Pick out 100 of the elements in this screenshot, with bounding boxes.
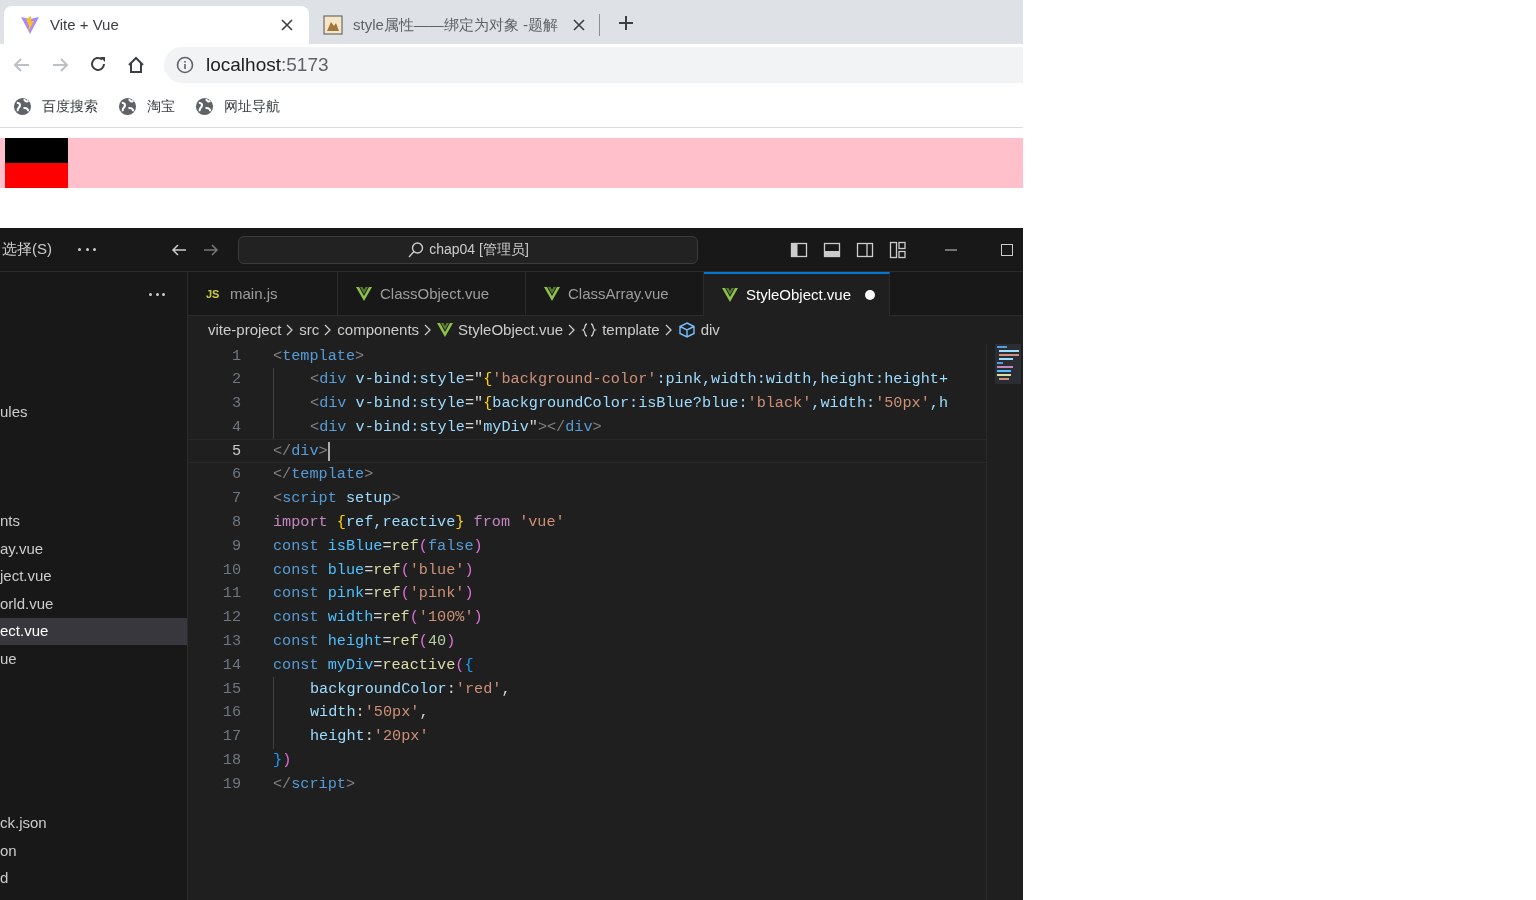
line-number: 3 [230, 393, 241, 415]
vue-file-icon [544, 287, 560, 301]
home-icon[interactable] [126, 55, 146, 75]
globe-icon [118, 97, 137, 116]
code-line: import {ref,reactive} from 'vue' [273, 512, 565, 534]
vue-file-icon [356, 287, 372, 301]
file-tree-item[interactable]: on [0, 837, 187, 865]
file-tree-item[interactable]: d [0, 864, 187, 892]
file-tree-item[interactable]: ect.vue [0, 617, 187, 645]
bolt-logo-icon [20, 15, 40, 35]
breadcrumb-item[interactable]: div [700, 318, 720, 342]
line-number: 4 [230, 416, 241, 438]
line-number: 6 [230, 464, 241, 486]
browser-tab[interactable]: Vite + Vue [4, 6, 309, 44]
code-line: width:'50px', [310, 702, 429, 724]
breadcrumb-item[interactable]: vite-project [208, 318, 282, 342]
styled-div-block [5, 163, 68, 188]
globe-icon [13, 97, 32, 116]
maximize-icon[interactable] [1000, 242, 1014, 257]
file-tree-item[interactable]: ject.vue [0, 562, 187, 590]
bookmark-link[interactable]: 淘宝 [147, 96, 175, 117]
line-number: 9 [230, 535, 241, 557]
file-tree-item[interactable]: ck.json [0, 809, 187, 837]
file-tree-item[interactable]: orld.vue [0, 590, 187, 618]
code-line: </template> [273, 464, 374, 486]
braces-icon [581, 322, 598, 338]
code-line: <script setup> [273, 488, 401, 510]
line-number: 8 [230, 512, 241, 534]
more-icon[interactable] [78, 247, 96, 252]
chevron-icon [286, 324, 295, 336]
editor-tab[interactable]: ClassObject.vue [338, 272, 526, 316]
favicon-icon [323, 15, 343, 35]
line-number: 13 [221, 631, 241, 653]
line-number: 11 [221, 583, 241, 605]
vue-file-icon [722, 288, 738, 302]
sidebar-layout-icon[interactable] [790, 240, 808, 259]
line-number: 7 [230, 488, 241, 510]
line-number: 14 [221, 654, 241, 676]
code-line: const pink=ref('pink') [273, 583, 474, 605]
code-line: }) [273, 750, 292, 772]
code-line: <div v-bind:style="myDiv"></div> [310, 416, 602, 438]
line-number: 19 [221, 773, 241, 795]
code-line: const blue=ref('blue') [273, 559, 474, 581]
code-line: const myDiv=reactive({ [273, 654, 474, 676]
split-layout-icon[interactable] [856, 240, 874, 259]
new-tab-icon[interactable] [618, 15, 634, 31]
text-cursor [327, 441, 330, 461]
chevron-icon [664, 324, 673, 336]
line-number: 2 [230, 369, 241, 391]
chevron-icon [324, 324, 333, 336]
code-line: <div v-bind:style="{backgroundColor:isBlue?blue:'black',width:'50px',h [310, 393, 949, 415]
code-line: const width=ref('100%') [273, 607, 483, 629]
more-icon[interactable] [149, 292, 165, 296]
line-number: 10 [221, 559, 241, 581]
line-number: 15 [221, 678, 241, 700]
close-icon[interactable] [573, 19, 585, 31]
file-tree-item[interactable]: ay.vue [0, 535, 187, 563]
code-line: <div v-bind:style="{'background-color':pink,width:width,height:height+ [310, 369, 949, 391]
breadcrumb-item[interactable]: src [299, 318, 320, 342]
code-line: </div> [273, 440, 328, 462]
line-number: 17 [221, 726, 241, 748]
close-icon[interactable] [281, 19, 293, 31]
line-number: 18 [221, 750, 241, 772]
bookmark-link[interactable]: 百度搜索 [42, 96, 98, 117]
line-number: 12 [221, 607, 241, 629]
browser-tab[interactable]: style属性——绑定为对象 -题解 [309, 6, 599, 44]
code-line: height:'20px' [310, 726, 429, 748]
line-number: 5 [230, 440, 241, 462]
search-icon [407, 240, 426, 259]
breadcrumb-item[interactable]: template [602, 318, 660, 342]
editor-tab[interactable]: StyleObject.vue [704, 272, 890, 316]
bookmark-link[interactable]: 网址导航 [224, 96, 280, 117]
editor-tab[interactable]: JS main.js [188, 272, 338, 316]
js-file-icon: JS [206, 285, 222, 303]
command-center[interactable]: chap04 [管理员] [238, 235, 698, 264]
panel-layout-icon[interactable] [823, 240, 841, 259]
code-line: const height=ref(40) [273, 631, 456, 653]
minimap [995, 344, 1021, 384]
url-text: localhost:5173 [206, 52, 329, 77]
chevron-icon [424, 324, 433, 336]
file-tree-item[interactable]: nts [0, 507, 187, 535]
file-tree-item[interactable]: ules [0, 398, 187, 426]
chevron-icon [568, 324, 577, 336]
info-icon[interactable] [176, 56, 194, 74]
cube-icon [677, 322, 696, 338]
breadcrumb-item[interactable]: components [337, 318, 420, 342]
line-number: 1 [230, 345, 241, 367]
code-line: const isBlue=ref(false) [273, 535, 483, 557]
styled-div-block [5, 138, 68, 163]
code-line: </script> [273, 773, 356, 795]
vue-file-icon [437, 323, 454, 337]
breadcrumb-item[interactable]: StyleObject.vue [458, 318, 564, 342]
code-line: backgroundColor:'red', [310, 678, 511, 700]
menu-item[interactable]: 选择(S) [0, 238, 68, 261]
file-tree-item[interactable]: ue [0, 645, 187, 673]
line-number: 16 [221, 702, 241, 724]
code-line: <template> [273, 345, 365, 367]
address-bar[interactable]: localhost:5173 [164, 47, 1023, 83]
customize-layout-icon[interactable] [889, 240, 907, 259]
globe-icon [195, 97, 214, 116]
